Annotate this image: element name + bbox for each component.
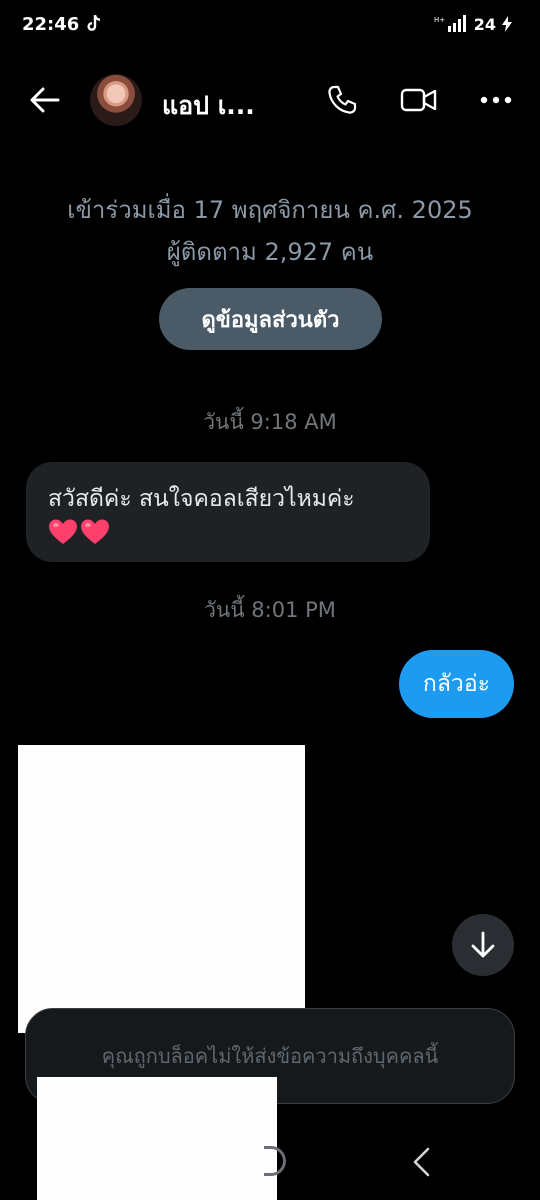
heart-icon xyxy=(49,519,77,544)
blocked-notice-text: คุณถูกบล็อคไม่ให้ส่งข้อความถึงบุคคลนี้ xyxy=(101,1044,439,1068)
profile-summary: เข้าร่วมเมื่อ 17 พฤศจิกายน ค.ศ. 2025 ผู้… xyxy=(0,192,540,270)
emoji-row xyxy=(48,518,408,546)
conversation-header: แอป เ... xyxy=(0,68,540,132)
image-attachment[interactable] xyxy=(37,1077,277,1200)
status-bar: 22:46 H+ 24 xyxy=(0,0,540,52)
voice-call-button[interactable] xyxy=(324,82,360,118)
nav-home-button[interactable] xyxy=(264,1146,286,1176)
dm-conversation-screen: 22:46 H+ 24 แอป เ... เข้าร่วมเมื่อ 17 พฤ… xyxy=(0,0,540,1200)
sent-message[interactable]: กลัวอ่ะ xyxy=(398,650,514,718)
tiktok-icon xyxy=(87,15,101,31)
scroll-to-bottom-button[interactable] xyxy=(452,914,514,976)
status-time: 22:46 xyxy=(22,14,80,35)
received-message-text: สวัสดีค่ะ สนใจคอลเสียวไหมค่ะ xyxy=(48,486,355,512)
status-indicators: H+ 24 xyxy=(434,14,512,34)
follower-count: ผู้ติดตาม 2,927 คน xyxy=(166,238,374,266)
battery-level: 24 xyxy=(473,14,496,34)
more-horizontal-icon xyxy=(480,96,512,104)
contact-avatar[interactable] xyxy=(90,74,142,126)
image-attachment[interactable] xyxy=(18,745,305,1033)
video-camera-icon xyxy=(400,88,437,112)
message-timestamp: วันนี้ 8:01 PM xyxy=(204,598,336,622)
contact-name[interactable]: แอป เ... xyxy=(162,86,255,126)
heart-icon xyxy=(81,519,109,544)
video-call-button[interactable] xyxy=(398,82,440,118)
charging-icon xyxy=(502,16,512,32)
chevron-left-icon xyxy=(413,1147,430,1177)
phone-icon xyxy=(328,85,357,114)
message-timestamp: วันนี้ 9:18 AM xyxy=(203,410,337,434)
view-profile-button[interactable]: ดูข้อมูลส่วนตัว xyxy=(159,288,382,350)
svg-text:H+: H+ xyxy=(434,16,445,24)
received-message[interactable]: สวัสดีค่ะ สนใจคอลเสียวไหมค่ะ xyxy=(26,462,430,562)
arrow-left-icon xyxy=(30,87,60,113)
arrow-down-icon xyxy=(471,931,495,958)
more-options-button[interactable] xyxy=(476,82,516,118)
joined-date: เข้าร่วมเมื่อ 17 พฤศจิกายน ค.ศ. 2025 xyxy=(67,196,473,224)
nav-back-button[interactable] xyxy=(404,1142,438,1182)
back-button[interactable] xyxy=(24,82,66,118)
signal-strength-icon: H+ xyxy=(434,15,466,32)
